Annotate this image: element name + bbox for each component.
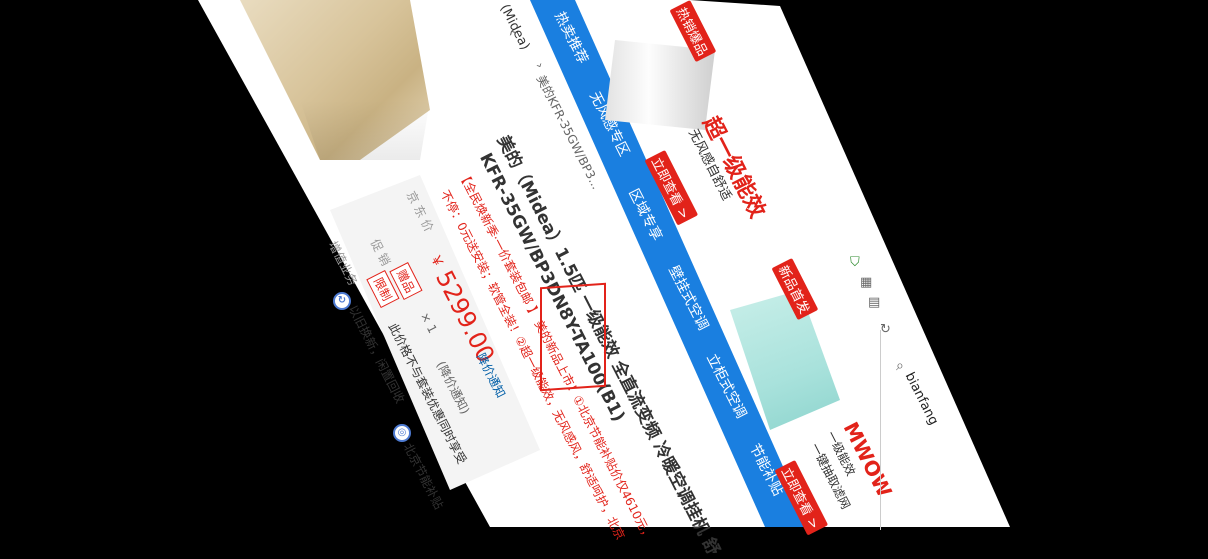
- shield-icon[interactable]: ⛉: [850, 255, 860, 270]
- page-root: (Midea) ‹ › 美的KFR-35GW/BP3... 热卖推荐 无风感专区…: [0, 0, 1208, 559]
- search-field[interactable]: [880, 330, 956, 530]
- reader-icon[interactable]: ▤: [868, 295, 880, 310]
- subsidy-icon: ◎: [393, 424, 411, 442]
- product-image-shadow: [300, 100, 430, 160]
- qr-code-icon[interactable]: ▦: [860, 275, 872, 290]
